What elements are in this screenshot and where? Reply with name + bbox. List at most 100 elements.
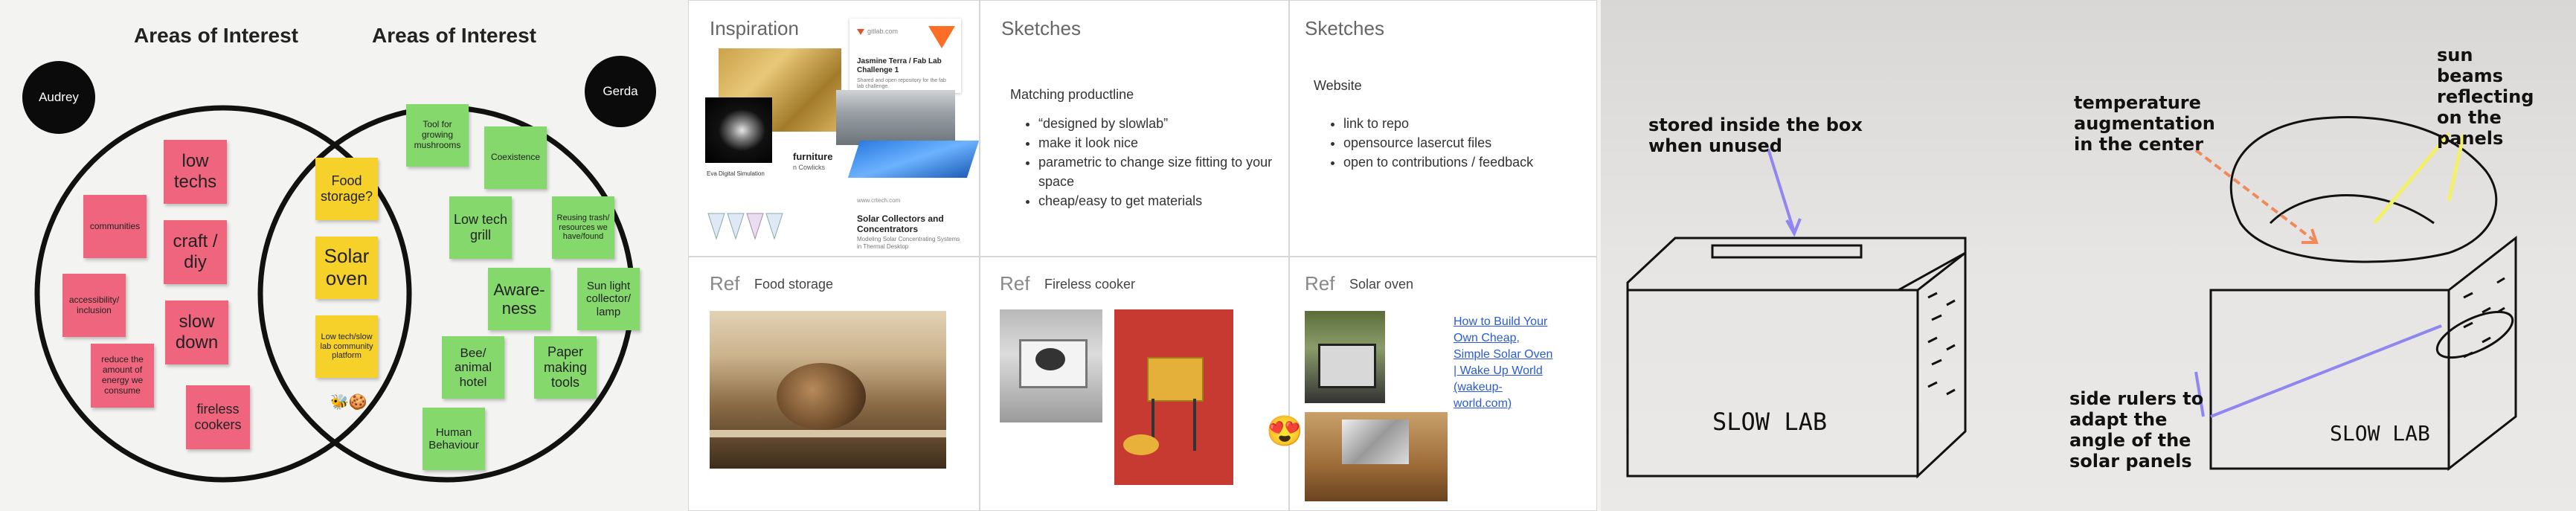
bullet-item: parametric to change size fitting to you…: [1038, 152, 1288, 191]
inspiration-text: n Cowlicks: [793, 164, 826, 171]
ref-title: Fireless cooker: [1044, 277, 1136, 292]
inspiration-text: furniture: [793, 151, 833, 162]
bullet-item: open to contributions / feedback: [1343, 152, 1596, 172]
avatar-audrey[interactable]: Audrey: [22, 61, 95, 134]
frame-ref-food-storage[interactable]: Ref Food storage: [688, 257, 980, 511]
venn-title-right: Areas of Interest: [372, 24, 536, 47]
link-card-gitlab[interactable]: gitlab.com Jasmine Terra / Fab Lab Chall…: [849, 19, 961, 93]
ref-image-yellow-stool[interactable]: [1114, 309, 1233, 485]
pot: [1035, 348, 1065, 370]
arrow-purple-2: [2210, 324, 2442, 418]
box-right: [2209, 116, 2517, 472]
sticky-note[interactable]: craft / diy: [164, 220, 227, 284]
stool-seat: [1147, 357, 1204, 402]
box-label: SLOW LAB: [1712, 408, 1828, 436]
crate-slats: [710, 430, 946, 437]
sticky-note[interactable]: fireless cookers: [186, 385, 250, 449]
card-desc: Modeling Solar Concentrating Systems in …: [857, 236, 960, 250]
arrow-purple-1: [1767, 148, 1796, 233]
solar-oven-link[interactable]: How to Build Your Own Cheap, Simple Sola…: [1454, 314, 1558, 412]
oven-reflector: [1342, 420, 1409, 464]
stool-leg: [1193, 399, 1196, 451]
bullet-item: link to repo: [1343, 114, 1596, 133]
sticky-note[interactable]: slow down: [165, 301, 228, 364]
sketch-note: temperature augmentation in the center: [2074, 92, 2215, 155]
sticky-note[interactable]: Aware- ness: [488, 268, 550, 330]
link-card-crtech[interactable]: www.crtech.com Solar Collectors and Conc…: [847, 190, 966, 256]
bullet-item: cheap/easy to get materials: [1038, 191, 1288, 210]
bullet-item: “designed by slowlab”: [1038, 114, 1288, 133]
frame-ref-fireless-cooker[interactable]: Ref Fireless cooker: [980, 257, 1289, 511]
ref-title: Food storage: [754, 277, 834, 292]
ref-image-solar-oven-1[interactable]: [1305, 311, 1385, 403]
avatar-label: Gerda: [603, 84, 638, 98]
emoji-reactions[interactable]: 🐝🍪: [330, 393, 367, 411]
inspiration-image-dark-cone[interactable]: [705, 97, 772, 163]
sticky-note[interactable]: accessibility/ inclusion: [62, 274, 126, 337]
avatar-gerda[interactable]: Gerda: [585, 56, 656, 127]
venn-section: Areas of Interest Areas of Interest Audr…: [0, 0, 673, 511]
oven-box: [1318, 344, 1376, 388]
sticky-note[interactable]: communities: [83, 195, 147, 258]
venn-title-left: Areas of Interest: [134, 24, 298, 47]
ref-title: Solar oven: [1349, 277, 1414, 292]
sketch-note: stored inside the box when unused: [1648, 115, 1863, 156]
sticky-note[interactable]: Solar oven: [315, 237, 378, 299]
frame-sketches-productline[interactable]: Sketches Matching productline “designed …: [980, 0, 1289, 257]
cone-diagrams: [707, 213, 783, 240]
card-title: Jasmine Terra / Fab Lab Challenge 1: [857, 57, 942, 74]
sticky-note[interactable]: Food storage?: [315, 158, 378, 220]
box-right-slots: [2463, 277, 2505, 359]
avatar-label: Audrey: [39, 90, 79, 104]
sticky-note[interactable]: Sun light collector/ lamp: [577, 268, 640, 330]
sticky-note[interactable]: reduce the amount of energy we consume: [91, 344, 154, 408]
bullet-item: make it look nice: [1038, 133, 1288, 152]
card-source: www.crtech.com: [857, 197, 901, 204]
card-source: gitlab.com: [867, 28, 899, 35]
frame-title: Sketches: [1305, 17, 1384, 39]
box-left-slots: [1927, 292, 1956, 396]
sticky-note[interactable]: Low tech grill: [449, 196, 512, 259]
sticky-note[interactable]: Tool for growing mushrooms: [406, 104, 469, 167]
sticky-note[interactable]: Bee/ animal hotel: [442, 336, 504, 399]
box-left: [1626, 237, 1967, 479]
crate-contents: [777, 363, 866, 430]
ref-image-solar-oven-2[interactable]: [1305, 412, 1448, 501]
bullet-item: opensource lasercut files: [1343, 133, 1596, 152]
frame-heading: Website: [1314, 78, 1362, 93]
ref-label: Ref: [1000, 272, 1030, 295]
frame-sketches-website[interactable]: Sketches Website link to repo opensource…: [1289, 0, 1597, 257]
sketch-note: side rulers to adapt the angle of the so…: [2069, 388, 2204, 472]
inspiration-image-blue-panel[interactable]: [847, 141, 979, 178]
card-title: Solar Collectors and Concentrators: [857, 213, 944, 234]
ref-image-cooler-box[interactable]: [1000, 309, 1102, 422]
ref-image-wooden-crate[interactable]: [710, 311, 946, 469]
bullet-list: “designed by slowlab” make it look nice …: [1019, 114, 1288, 210]
heart-eyes-emoji[interactable]: 😍: [1266, 414, 1303, 449]
sticky-note[interactable]: Low tech/slow lab community platform: [315, 315, 378, 378]
card-desc: Shared and open repository for the fab l…: [857, 78, 946, 89]
frame-title: Inspiration: [710, 17, 799, 39]
sticky-note[interactable]: Coexistence: [484, 126, 547, 189]
sticky-note[interactable]: Human Behaviour: [423, 408, 485, 470]
ref-label: Ref: [710, 272, 740, 295]
arrow-orange: [2194, 149, 2316, 242]
sketch-photo[interactable]: stored inside the box when unused temper…: [1601, 0, 2576, 511]
box-label: SLOW LAB: [2330, 421, 2430, 446]
bullet-list: link to repo opensource lasercut files o…: [1324, 114, 1596, 172]
inspiration-image-diagrams[interactable]: [705, 209, 787, 246]
frame-ref-solar-oven[interactable]: Ref Solar oven How to Build Your Own Che…: [1289, 257, 1597, 511]
frame-heading: Matching productline: [1010, 87, 1134, 102]
gitlab-logo-icon: [928, 26, 955, 48]
inspiration-text: Eva Digital Simulation: [707, 170, 765, 177]
sticky-note[interactable]: low techs: [164, 140, 227, 204]
inspiration-image-solar-tray[interactable]: [836, 90, 955, 145]
ref-label: Ref: [1305, 272, 1335, 295]
sticky-note[interactable]: Reusing trash/ resources we have/found: [552, 196, 614, 259]
frame-inspiration[interactable]: Inspiration furniture n Cowlicks Eva Dig…: [688, 0, 980, 257]
cushion: [1123, 434, 1159, 455]
frame-title: Sketches: [1001, 17, 1081, 39]
sketch-note: sun beams reflecting on the panels: [2437, 45, 2534, 149]
gitlab-icon: [857, 29, 864, 35]
sticky-note[interactable]: Paper making tools: [534, 336, 597, 399]
